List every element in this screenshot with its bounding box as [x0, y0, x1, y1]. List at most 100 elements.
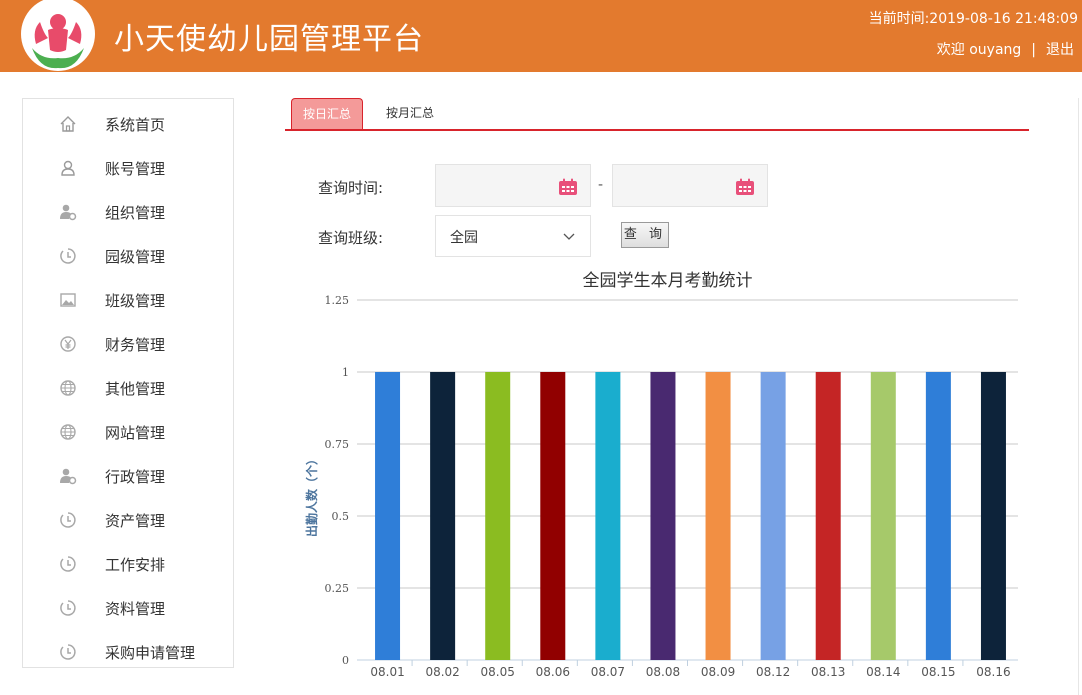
sidebar-item-work-schedule[interactable]: 工作安排 [23, 541, 233, 585]
sidebar-item-purchase-requests[interactable]: 采购申请管理 [23, 629, 233, 673]
sidebar-item-accounts[interactable]: 账号管理 [23, 145, 233, 189]
y-tick-label: 1 [342, 366, 349, 379]
time-value: 2019-08-16 21:48:09 [929, 11, 1078, 27]
x-tick-label: 08.06 [536, 665, 570, 679]
attendance-chart: 全园学生本月考勤统计 0 0.25 0.5 0.75 1 1.25 出勤人数（个） 08.01 0… [304, 271, 1018, 679]
y-tick-label: 1.25 [325, 294, 350, 307]
y-tick-label: 0.5 [332, 510, 350, 523]
start-date-input[interactable] [436, 165, 554, 206]
chart-bar [650, 372, 676, 660]
chart-bar [925, 372, 951, 660]
header-separator: | [1031, 42, 1036, 58]
time-label: 当前时间: [868, 11, 930, 27]
sidebar-item-organization[interactable]: 组织管理 [23, 189, 233, 233]
y-tick-label: 0.25 [325, 582, 350, 595]
query-class-label: 查询班级: [318, 229, 384, 247]
y-tick-label: 0.75 [325, 438, 350, 451]
clock-icon [60, 556, 76, 572]
sidebar-item-website[interactable]: 网站管理 [23, 409, 233, 453]
query-time-label: 查询时间: [318, 179, 384, 197]
x-tick-label: 08.14 [866, 665, 900, 679]
class-select-value: 全园 [450, 230, 478, 246]
sidebar-item-label: 财务管理 [105, 336, 166, 354]
query-button[interactable]: 查 询 [621, 222, 669, 248]
clock-icon [60, 512, 76, 528]
x-tick-label: 08.15 [921, 665, 955, 679]
chart-bar [375, 372, 401, 660]
sidebar-item-finance[interactable]: 财务管理 [23, 321, 233, 365]
sidebar-item-administration[interactable]: 行政管理 [23, 453, 233, 497]
class-select[interactable]: 全园 [435, 215, 591, 257]
current-time: 当前时间:2019-08-16 21:48:09 [869, 8, 1078, 28]
sidebar-item-home[interactable]: 系统首页 [23, 101, 233, 145]
user-info: 欢迎 ouyang | 退出 [937, 39, 1074, 59]
sidebar-item-kindergarten[interactable]: 园级管理 [23, 233, 233, 277]
tab-monthly-summary[interactable]: 按月汇总 [375, 98, 445, 129]
chart-bar [760, 372, 786, 660]
sidebar-item-label: 工作安排 [105, 556, 166, 574]
sidebar-menu: 系统首页 账号管理 组织管理 园级管理 班级管理 财务管理 其他管理 网站管理 … [22, 98, 234, 668]
image-icon [60, 293, 76, 307]
start-date-field[interactable] [435, 164, 591, 207]
sidebar-item-label: 班级管理 [105, 292, 166, 310]
x-tick-label: 08.07 [591, 665, 625, 679]
clock-icon [60, 600, 76, 616]
content-divider [1078, 98, 1079, 695]
chart-bar [815, 372, 841, 660]
calendar-icon[interactable] [735, 178, 755, 196]
sidebar-item-label: 组织管理 [105, 204, 166, 222]
chart-bar [595, 372, 621, 660]
user-gear-icon [60, 204, 77, 221]
chart-title: 全园学生本月考勤统计 [583, 271, 753, 291]
x-tick-label: 08.13 [811, 665, 845, 679]
x-tick-label: 08.16 [976, 665, 1010, 679]
yen-icon [60, 336, 76, 352]
x-tick-label: 08.08 [646, 665, 680, 679]
end-date-input[interactable] [613, 165, 731, 206]
sidebar-item-label: 资料管理 [105, 600, 166, 618]
chart-bar [485, 372, 511, 660]
sidebar-item-label: 系统首页 [105, 116, 166, 134]
clock-icon [60, 644, 76, 660]
x-tick-label: 08.09 [701, 665, 735, 679]
x-tick-label: 08.02 [425, 665, 459, 679]
sidebar-item-label: 其他管理 [105, 380, 166, 398]
chart-bar [705, 372, 731, 660]
sidebar-item-other[interactable]: 其他管理 [23, 365, 233, 409]
sidebar-item-label: 资产管理 [105, 512, 166, 530]
chevron-down-icon [563, 233, 575, 240]
welcome-text: 欢迎 ouyang [936, 42, 1022, 58]
logout-link[interactable]: 退出 [1046, 42, 1074, 58]
sidebar-item-classes[interactable]: 班级管理 [23, 277, 233, 321]
top-header: 小天使幼儿园管理平台 当前时间:2019-08-16 21:48:09 欢迎 o… [0, 0, 1082, 72]
app-title: 小天使幼儿园管理平台 [114, 22, 424, 57]
angel-logo-icon [21, 0, 95, 71]
end-date-field[interactable] [612, 164, 768, 207]
globe-icon [60, 380, 76, 396]
chart-bar [870, 372, 896, 660]
sidebar-item-label: 采购申请管理 [105, 644, 196, 662]
chart-bar [980, 372, 1006, 660]
user-icon [61, 160, 75, 176]
sidebar-item-label: 园级管理 [105, 248, 166, 266]
tab-daily-summary[interactable]: 按日汇总 [291, 98, 363, 129]
date-range-separator: - [598, 177, 604, 193]
sidebar-item-documents[interactable]: 资料管理 [23, 585, 233, 629]
home-icon [60, 116, 76, 132]
sidebar-item-assets[interactable]: 资产管理 [23, 497, 233, 541]
clock-icon [60, 248, 76, 264]
sidebar-item-label: 行政管理 [105, 468, 166, 486]
tab-bar: 按日汇总 按月汇总 [285, 98, 1029, 131]
x-tick-label: 08.01 [370, 665, 404, 679]
globe-icon [60, 424, 76, 440]
chart-bar [430, 372, 456, 660]
x-tick-label: 08.05 [481, 665, 515, 679]
y-tick-label: 0 [342, 654, 349, 667]
chart-bar [540, 372, 566, 660]
calendar-icon[interactable] [558, 178, 578, 196]
sidebar-item-label: 网站管理 [105, 424, 166, 442]
user-gear-icon [60, 468, 77, 485]
sidebar-item-label: 账号管理 [105, 160, 166, 178]
y-axis-label: 出勤人数（个） [304, 453, 319, 537]
x-tick-label: 08.12 [756, 665, 790, 679]
